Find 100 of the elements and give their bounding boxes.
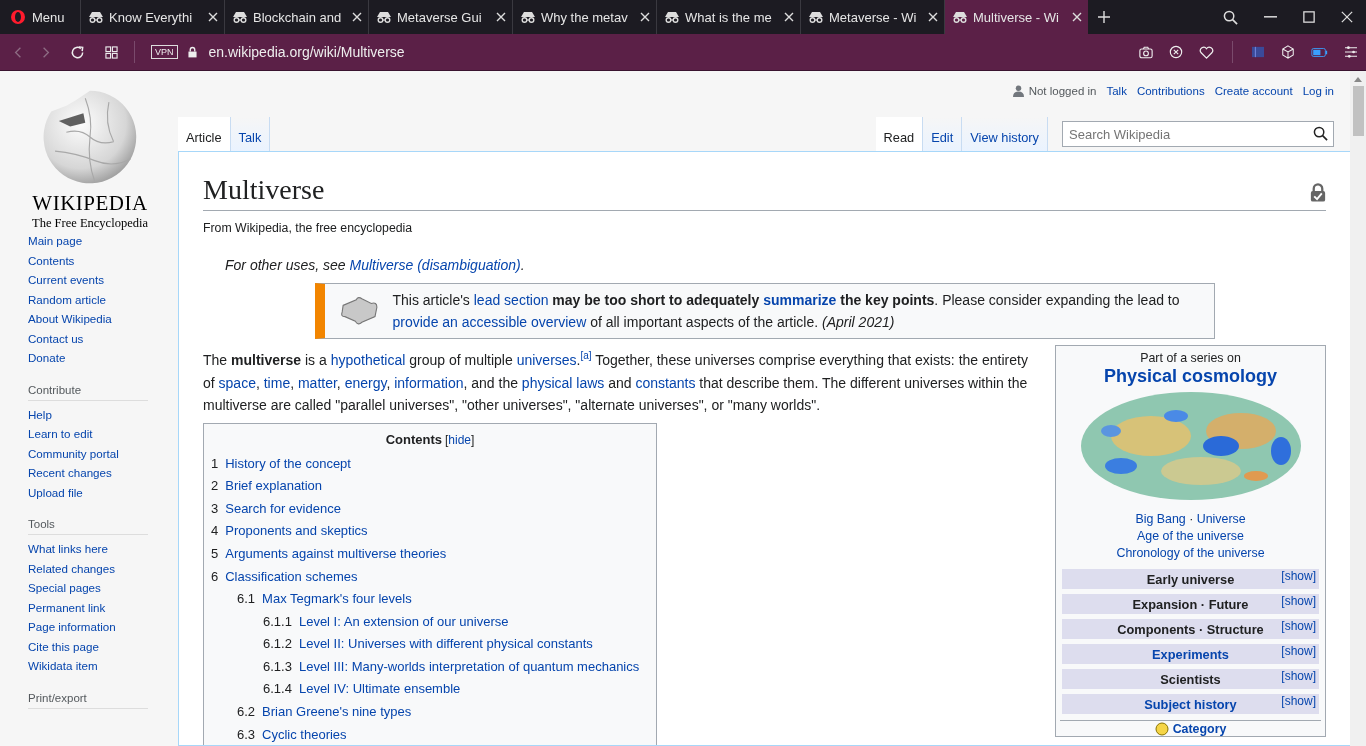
close-icon[interactable] [1072, 12, 1082, 22]
camera-icon[interactable] [1139, 45, 1153, 59]
toc-entry[interactable]: 1 History of the concept [211, 452, 649, 476]
vpn-badge[interactable]: VPN [151, 45, 178, 59]
personal-link[interactable]: Log in [1302, 85, 1334, 97]
section-title[interactable]: Subject history [1144, 696, 1237, 712]
scroll-up-icon[interactable] [1354, 77, 1362, 82]
back-icon[interactable] [14, 45, 22, 59]
sidebar-link[interactable]: Cite this page [28, 636, 178, 656]
sidebar-link[interactable]: Community portal [28, 443, 178, 463]
sidebar-link[interactable]: Contact us [28, 328, 178, 348]
show-link[interactable]: [show] [1281, 619, 1316, 634]
sidebar-link[interactable]: Related changes [28, 558, 178, 578]
forward-icon[interactable] [42, 45, 50, 59]
sidebar-link[interactable]: Main page [28, 231, 178, 251]
scrollbar[interactable] [1350, 71, 1366, 746]
toc-entry[interactable]: 5 Arguments against multiverse theories [211, 542, 649, 566]
link[interactable]: Multiverse (disambiguation) [349, 257, 521, 274]
link[interactable]: universes [516, 352, 577, 369]
close-icon[interactable] [640, 12, 650, 22]
infobox-title[interactable]: Physical cosmology [1103, 366, 1278, 388]
sidebar-link[interactable]: Help [28, 404, 178, 424]
blocker-icon[interactable] [1169, 45, 1183, 59]
maximize-icon[interactable] [1303, 11, 1315, 23]
link[interactable]: hypothetical [330, 352, 406, 369]
toc-toggle[interactable]: [hide] [445, 432, 475, 447]
toc-entry[interactable]: 6.1.3 Level III: Many-worlds interpretation of quantum mechanics [263, 655, 649, 679]
close-icon[interactable] [784, 12, 794, 22]
collapsible-section[interactable]: Early universe [show] [1062, 569, 1319, 590]
collapsible-section[interactable]: Expansion · Future [show] [1062, 594, 1319, 615]
toc-entry[interactable]: 6.2 Brian Greene's nine types [237, 701, 649, 724]
toc-entry[interactable]: 4 Proponents and skeptics [211, 520, 649, 543]
sidebar-link[interactable]: Page information [28, 617, 178, 637]
category-link[interactable]: Category [1172, 722, 1227, 737]
cube-icon[interactable] [1281, 45, 1295, 59]
toc-entry[interactable]: 6 Classification schemes [211, 565, 649, 589]
menu-button[interactable]: Menu [0, 0, 80, 34]
link[interactable]: provide an accessible overview [392, 314, 587, 331]
sidebar-link[interactable]: Wikidata item [28, 656, 178, 676]
infobox-link[interactable]: Age of the universe [1137, 529, 1244, 544]
url-text[interactable]: en.wikipedia.org/wiki/Multiverse [208, 44, 405, 60]
scrollbar-thumb[interactable] [1352, 86, 1364, 136]
close-icon[interactable] [208, 12, 218, 22]
toc-entry[interactable]: 6.1.2 Level II: Universes with different physical constants [263, 633, 649, 656]
collapsible-section[interactable]: Scientists [show] [1062, 669, 1319, 690]
show-link[interactable]: [show] [1281, 694, 1316, 709]
toc-entry[interactable]: 6.1 Max Tegmark's four levels [237, 588, 649, 611]
sidebar-link[interactable]: Current events [28, 270, 178, 290]
infobox-link[interactable]: Chronology of the universe [1116, 546, 1265, 561]
toc-entry[interactable]: 3 Search for evidence [211, 497, 649, 521]
toc-entry[interactable]: 6.1.4 Level IV: Ultimate ensemble [263, 678, 649, 702]
grid-icon[interactable] [105, 45, 118, 59]
sidebar-heading[interactable]: Print/export [28, 691, 148, 709]
sidebar-link[interactable]: Learn to edit [28, 424, 178, 444]
footnote-link[interactable]: [a] [580, 350, 592, 362]
link[interactable]: constants [635, 374, 696, 391]
sidebar-heading[interactable]: Contribute [28, 383, 148, 401]
heart-icon[interactable] [1199, 45, 1214, 59]
link[interactable]: physical laws [521, 374, 605, 391]
link[interactable]: time [263, 374, 291, 391]
sidebar-link[interactable]: Upload file [28, 482, 178, 502]
search-field[interactable]: Search Wikipedia [1062, 121, 1334, 147]
toc-entry[interactable]: 2 Brief explanation [211, 475, 649, 498]
page-tab[interactable]: Read [875, 117, 924, 151]
settings-icon[interactable] [1344, 46, 1358, 58]
toc-entry[interactable]: 6.3 Cyclic theories [237, 723, 649, 745]
link[interactable]: summarize [763, 292, 837, 309]
show-link[interactable]: [show] [1281, 669, 1316, 684]
sidebar-heading[interactable]: Tools [28, 518, 148, 535]
collapsible-section[interactable]: Subject history [show] [1062, 694, 1319, 715]
collapsible-section[interactable]: Components · Structure [show] [1062, 619, 1319, 640]
show-link[interactable]: [show] [1281, 594, 1316, 609]
infobox-link[interactable]: Big Bang [1135, 512, 1186, 527]
browser-tab[interactable]: Multiverse - Wi [944, 0, 1088, 34]
page-tab[interactable]: Edit [923, 117, 963, 151]
new-tab-icon[interactable] [1098, 11, 1110, 23]
show-link[interactable]: [show] [1281, 569, 1316, 584]
sidebar-link[interactable]: Recent changes [28, 463, 178, 483]
reload-icon[interactable] [70, 44, 85, 60]
personal-link[interactable]: Create account [1214, 85, 1293, 97]
section-title[interactable]: Experiments [1152, 646, 1229, 662]
sidebar-link[interactable]: Contents [28, 250, 178, 270]
infobox-link[interactable]: Universe [1196, 512, 1246, 527]
link[interactable]: space [218, 374, 256, 391]
search-icon[interactable] [1223, 9, 1238, 25]
sidebar-icon[interactable] [1251, 46, 1265, 58]
close-icon[interactable] [496, 12, 506, 22]
page-tab[interactable]: Talk [230, 117, 271, 151]
personal-link[interactable]: Contributions [1136, 85, 1205, 97]
battery-icon[interactable] [1311, 47, 1328, 57]
toc-entry[interactable]: 6.1.1 Level I: An extension of our universe [263, 610, 649, 634]
sidebar-link[interactable]: Random article [28, 289, 178, 309]
sidebar-link[interactable]: What links here [28, 539, 178, 559]
sidebar-link[interactable]: Donate [28, 348, 178, 368]
close-icon[interactable] [928, 12, 938, 22]
sidebar-link[interactable]: Special pages [28, 578, 178, 598]
page-tab[interactable]: View history [962, 117, 1048, 151]
page-tab[interactable]: Article [178, 117, 231, 151]
sidebar-link[interactable]: Permanent link [28, 597, 178, 617]
padlock-icon[interactable] [1310, 183, 1326, 203]
